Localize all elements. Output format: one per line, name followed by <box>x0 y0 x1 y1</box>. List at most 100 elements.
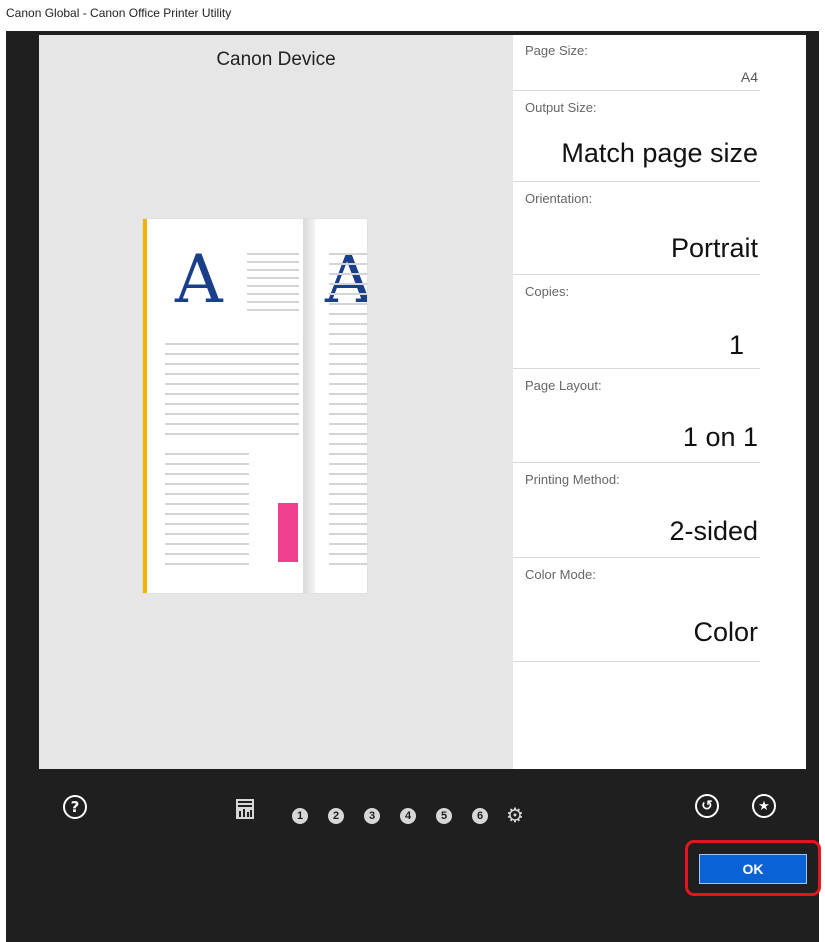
preview-text-line <box>329 393 367 395</box>
setting-label: Orientation: <box>525 191 593 206</box>
setting-page-size[interactable]: Page Size: A4 <box>513 35 760 91</box>
setting-label: Printing Method: <box>525 472 620 487</box>
preview-text-line <box>329 383 367 385</box>
preview-text-line <box>329 253 367 255</box>
preview-text-line <box>329 433 367 435</box>
preset-3-icon[interactable]: 3 <box>364 808 380 824</box>
setting-copies[interactable]: Copies: 1 <box>513 276 760 369</box>
preview-text-line <box>165 553 249 555</box>
preview-text-line <box>247 269 299 271</box>
preview-text-line <box>329 553 367 555</box>
preset-1-icon[interactable]: 1 <box>292 808 308 824</box>
preview-text-line <box>247 293 299 295</box>
setting-value: 1 <box>728 330 744 360</box>
preset-2-icon[interactable]: 2 <box>328 808 344 824</box>
preview-text-line <box>247 277 299 279</box>
setting-label: Copies: <box>525 284 570 299</box>
preview-text-line <box>329 403 367 405</box>
preview-text-line <box>165 353 299 355</box>
setting-label: Page Layout: <box>525 378 602 393</box>
preview-text-line <box>329 293 367 295</box>
setting-value: 2-sided <box>669 516 758 546</box>
preview-text-line <box>329 323 367 325</box>
preview-text-line <box>329 333 367 335</box>
preview-text-line <box>165 543 249 545</box>
preview-text-line <box>329 423 367 425</box>
setting-value: Color <box>693 617 758 647</box>
preview-text-line <box>165 513 249 515</box>
preview-text-line <box>329 443 367 445</box>
preview-text-line <box>329 563 367 565</box>
preview-text-line <box>165 523 249 525</box>
preview-text-line <box>165 563 249 565</box>
preset-4-icon[interactable]: 4 <box>400 808 416 824</box>
preview-text-line <box>329 413 367 415</box>
preview-text-line <box>247 301 299 303</box>
preview-pane: Canon Device A A <box>39 35 513 769</box>
preview-text-line <box>329 273 367 275</box>
preview-text-line <box>165 413 299 415</box>
setting-output-size[interactable]: Output Size: Match page size <box>513 92 760 182</box>
help-icon[interactable]: ? <box>63 795 87 819</box>
preview-text-line <box>247 261 299 263</box>
preview-text-line <box>329 543 367 545</box>
preset-6-icon[interactable]: 6 <box>472 808 488 824</box>
ok-button[interactable]: OK <box>699 854 807 884</box>
setting-label: Page Size: <box>525 43 588 58</box>
settings-panel: Page Size: A4 Output Size: Match page si… <box>513 35 806 769</box>
setting-value: A4 <box>740 69 758 85</box>
preview-text-line <box>165 363 299 365</box>
page-fold <box>303 219 315 593</box>
preview-device-title: Canon Device <box>216 49 336 70</box>
preview-text-line <box>329 363 367 365</box>
preview-text-line <box>247 309 299 311</box>
help-glyph: ? <box>70 798 80 816</box>
preview-text-line <box>165 533 249 535</box>
window-title: Canon Global - Canon Office Printer Util… <box>6 6 232 20</box>
star-glyph: ★ <box>758 798 770 814</box>
preview-text-line <box>165 503 249 505</box>
preview-text-line <box>165 373 299 375</box>
setting-color-mode[interactable]: Color Mode: Color <box>513 559 760 662</box>
preview-text-line <box>165 473 249 475</box>
reset-icon[interactable]: ↺ <box>695 794 719 818</box>
preview-text-line <box>165 483 249 485</box>
preview-text-line <box>329 373 367 375</box>
preview-text-line <box>329 473 367 475</box>
preview-text-line <box>165 493 249 495</box>
favorite-star-icon[interactable]: ★ <box>752 794 776 818</box>
preview-text-line <box>329 523 367 525</box>
preview-text-line <box>329 303 367 305</box>
preview-text-line <box>329 493 367 495</box>
preview-text-line <box>329 483 367 485</box>
setting-printing-method[interactable]: Printing Method: 2-sided <box>513 464 760 558</box>
setting-label: Color Mode: <box>525 567 596 582</box>
preview-text-line <box>247 285 299 287</box>
gear-icon[interactable]: ⚙ <box>506 803 524 828</box>
preview-text-line <box>165 343 299 345</box>
preview-text-line <box>247 253 299 255</box>
setting-orientation[interactable]: Orientation: Portrait <box>513 183 760 275</box>
preview-text-line <box>165 383 299 385</box>
preview-text-line <box>329 463 367 465</box>
status-monitor-icon[interactable] <box>236 799 254 819</box>
preview-pink-block <box>278 503 298 562</box>
preset-5-icon[interactable]: 5 <box>436 808 452 824</box>
preview-text-line <box>165 453 249 455</box>
setting-label: Output Size: <box>525 100 597 115</box>
setting-page-layout[interactable]: Page Layout: 1 on 1 <box>513 370 760 463</box>
preview-text-line <box>329 263 367 265</box>
preview-glyph-left: A <box>175 241 223 318</box>
preview-text-line <box>329 343 367 345</box>
preview-text-line <box>165 433 299 435</box>
setting-value: Match page size <box>561 138 758 168</box>
preview-text-line <box>329 533 367 535</box>
setting-value: 1 on 1 <box>682 422 758 452</box>
preview-text-line <box>165 393 299 395</box>
preview-text-line <box>329 313 367 315</box>
reset-glyph: ↺ <box>701 798 713 814</box>
preview-text-line <box>165 423 299 425</box>
preview-text-line <box>329 453 367 455</box>
preview-text-line <box>329 503 367 505</box>
preview-text-line <box>329 513 367 515</box>
